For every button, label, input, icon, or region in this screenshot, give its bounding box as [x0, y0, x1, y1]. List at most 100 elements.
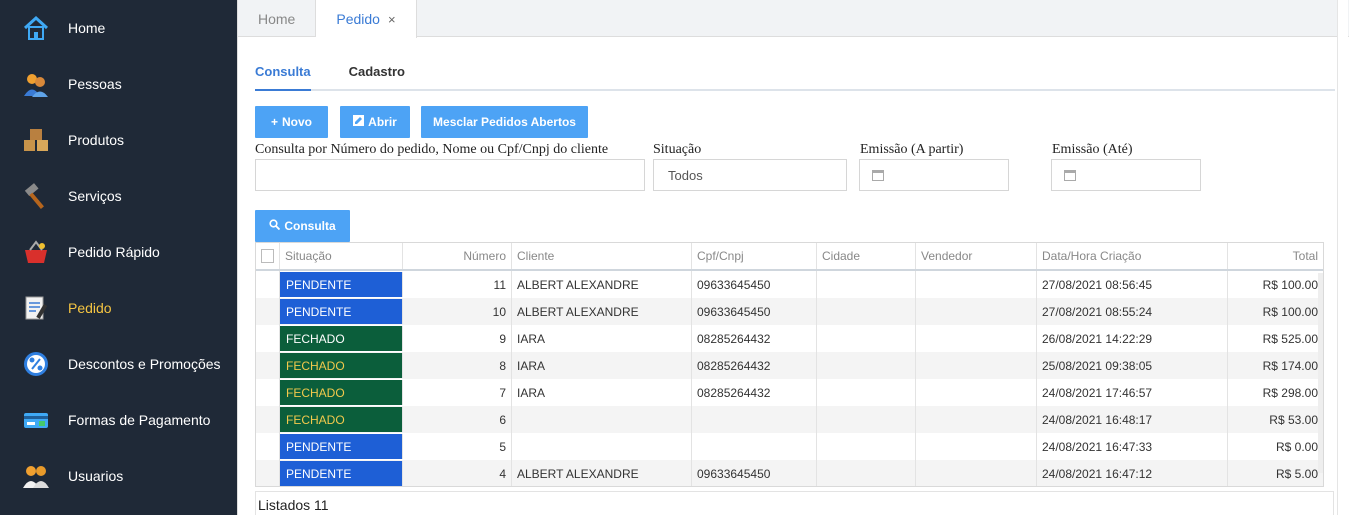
data-cell: 25/08/2021 09:38:05: [1037, 352, 1228, 379]
vendedor-cell: [916, 433, 1037, 460]
sidebar-item-descontos[interactable]: Descontos e Promoções: [0, 336, 237, 392]
column-header[interactable]: Data/Hora Criação: [1037, 243, 1228, 269]
row-select-cell[interactable]: [256, 298, 280, 325]
search-icon: [269, 219, 281, 233]
people-icon: [20, 68, 52, 100]
vendedor-cell: [916, 460, 1037, 486]
status-badge: FECHADO: [280, 326, 403, 351]
table-body: PENDENTE 11 ALBERT ALEXANDRE 09633645450…: [256, 271, 1323, 486]
table-row[interactable]: PENDENTE 4 ALBERT ALEXANDRE 09633645450 …: [256, 460, 1323, 486]
status-badge: PENDENTE: [280, 434, 403, 459]
numero-cell: 10: [403, 298, 512, 325]
total-cell: R$ 100.00: [1262, 277, 1318, 292]
consulta-input[interactable]: [255, 159, 645, 191]
column-header[interactable]: Cidade: [817, 243, 916, 269]
cidade-cell: [817, 325, 916, 352]
table-row[interactable]: FECHADO 8 IARA 08285264432 25/08/2021 09…: [256, 352, 1323, 379]
plus-icon: +: [270, 115, 278, 129]
cliente-cell: IARA: [512, 379, 692, 406]
tab-label: Home: [258, 10, 296, 27]
sidebar-item-pedido[interactable]: Pedido: [0, 280, 237, 336]
table-row[interactable]: FECHADO 9 IARA 08285264432 26/08/2021 14…: [256, 325, 1323, 352]
situacao-select[interactable]: Todos: [653, 159, 847, 191]
calendar-icon[interactable]: [872, 169, 884, 181]
table-scrollbar[interactable]: [1318, 273, 1323, 473]
calendar-icon[interactable]: [1064, 169, 1076, 181]
row-select-cell[interactable]: [256, 433, 280, 460]
table-row[interactable]: PENDENTE 5 24/08/2021 16:47:33 R$ 0.00: [256, 433, 1323, 460]
tab-cadastro[interactable]: Cadastro: [349, 56, 405, 91]
situacao-value: Todos: [668, 167, 703, 183]
emissao-de-label: Emissão (A partir): [860, 142, 964, 157]
status-badge: FECHADO: [280, 380, 403, 405]
cliente-cell: [512, 406, 692, 433]
cliente-cell: IARA: [512, 352, 692, 379]
mesclar-label: Mesclar Pedidos Abertos: [433, 115, 576, 129]
total-cell: R$ 298.00: [1262, 385, 1318, 400]
tab-home[interactable]: Home: [238, 0, 317, 37]
cidade-cell: [817, 433, 916, 460]
vendedor-cell: [916, 379, 1037, 406]
cidade-cell: [817, 379, 916, 406]
row-select-cell[interactable]: [256, 271, 280, 298]
row-select-cell[interactable]: [256, 379, 280, 406]
cidade-cell: [817, 352, 916, 379]
cpf-cell: 08285264432: [692, 325, 817, 352]
sidebar-item-produtos[interactable]: Produtos: [0, 112, 237, 168]
credit-card-icon: [20, 404, 52, 436]
table-header: Situação Número Cliente Cpf/Cnpj Cidade …: [256, 243, 1323, 271]
select-all-cell: [256, 243, 280, 269]
tab-pedido[interactable]: Pedido ×: [316, 0, 417, 38]
mesclar-pedidos-button[interactable]: Mesclar Pedidos Abertos: [421, 106, 588, 138]
sidebar-item-home[interactable]: Home: [0, 0, 237, 56]
tab-consulta[interactable]: Consulta: [255, 56, 311, 91]
column-header[interactable]: Vendedor: [916, 243, 1037, 269]
sidebar-item-pedido-rapido[interactable]: Pedido Rápido: [0, 224, 237, 280]
column-header[interactable]: Cpf/Cnpj: [692, 243, 817, 269]
total-cell: R$ 174.00: [1262, 358, 1318, 373]
page-scrollbar[interactable]: [1337, 0, 1348, 515]
data-cell: 24/08/2021 17:46:57: [1037, 379, 1228, 406]
sidebar-item-label: Serviços: [68, 188, 122, 204]
row-select-cell[interactable]: [256, 406, 280, 433]
sidebar-item-usuarios[interactable]: Usuarios: [0, 448, 237, 504]
row-select-cell[interactable]: [256, 352, 280, 379]
order-document-icon: [20, 292, 52, 324]
table-row[interactable]: PENDENTE 11 ALBERT ALEXANDRE 09633645450…: [256, 271, 1323, 298]
home-icon: [20, 12, 52, 44]
row-select-cell[interactable]: [256, 325, 280, 352]
emissao-ate-input[interactable]: [1051, 159, 1201, 191]
consulta-label: Consulta por Número do pedido, Nome ou C…: [255, 142, 609, 157]
sidebar-item-label: Pedido: [68, 300, 112, 316]
table-row[interactable]: PENDENTE 10 ALBERT ALEXANDRE 09633645450…: [256, 298, 1323, 325]
row-select-cell[interactable]: [256, 460, 280, 486]
sidebar-item-label: Pessoas: [68, 76, 122, 92]
sidebar-item-label: Home: [68, 20, 106, 36]
cliente-cell: ALBERT ALEXANDRE: [512, 460, 692, 486]
column-header[interactable]: Total: [1228, 243, 1323, 269]
orders-table: Situação Número Cliente Cpf/Cnpj Cidade …: [255, 242, 1324, 487]
close-icon[interactable]: ×: [388, 12, 396, 27]
abrir-button[interactable]: Abrir: [340, 106, 410, 138]
emissao-ate-label: Emissão (Até): [1052, 142, 1133, 157]
column-header[interactable]: Número: [403, 243, 512, 269]
column-header[interactable]: Cliente: [512, 243, 692, 269]
sidebar-item-pessoas[interactable]: Pessoas: [0, 56, 237, 112]
consulta-button[interactable]: Consulta: [255, 210, 350, 242]
select-all-checkbox[interactable]: [261, 249, 274, 263]
window-tabs: Home Pedido ×: [238, 0, 1349, 38]
numero-cell: 9: [403, 325, 512, 352]
total-cell: R$ 0.00: [1275, 439, 1318, 454]
sidebar: Home Pessoas Produtos Serviços Pedido Rá…: [0, 0, 237, 515]
data-cell: 26/08/2021 14:22:29: [1037, 325, 1228, 352]
column-header[interactable]: Situação: [280, 243, 403, 269]
edit-icon: [353, 115, 365, 129]
emissao-de-input[interactable]: [859, 159, 1009, 191]
sidebar-item-servicos[interactable]: Serviços: [0, 168, 237, 224]
table-row[interactable]: FECHADO 7 IARA 08285264432 24/08/2021 17…: [256, 379, 1323, 406]
table-row[interactable]: FECHADO 6 24/08/2021 16:48:17 R$ 53.00: [256, 406, 1323, 433]
novo-button[interactable]: + Novo: [255, 106, 328, 138]
cidade-cell: [817, 271, 916, 298]
sidebar-item-formas-pagamento[interactable]: Formas de Pagamento: [0, 392, 237, 448]
total-cell: R$ 53.00: [1269, 412, 1318, 427]
